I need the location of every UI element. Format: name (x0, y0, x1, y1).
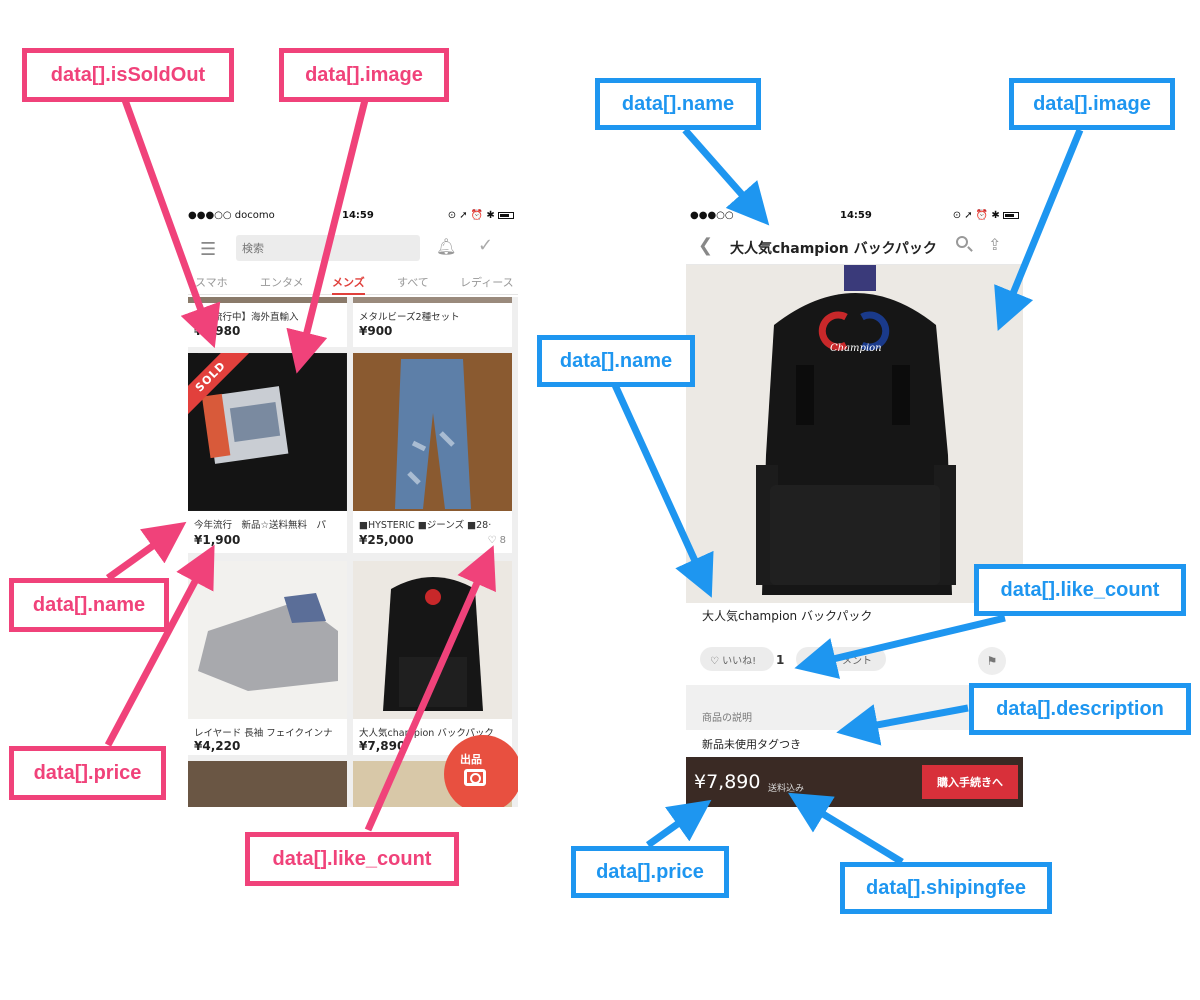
item-price: ¥25,000 (359, 533, 414, 547)
tab-entertainment[interactable]: エンタメ (260, 274, 304, 290)
annotation-label: data[].name (9, 578, 169, 632)
sell-label: 出品 (460, 753, 482, 766)
annotation-label: data[].image (279, 48, 449, 102)
arrow-shipping (788, 792, 904, 865)
item-name: 大人気champion バックパック (702, 609, 873, 623)
arrow-name (105, 521, 187, 581)
screenshot-canvas: ●●●○○ docomo 14:59 ⊙ ➚ ⏰ ✱ ☰ 🔔︎ ✓ ・スマホ エ… (0, 0, 1200, 1000)
description-heading: 商品の説明 (702, 713, 752, 724)
purchase-button[interactable]: 購入手続きへ (922, 765, 1018, 799)
annotation-label: data[].like_count (974, 564, 1186, 616)
arrow-title-name (682, 127, 770, 226)
item-price: ¥7,890 (359, 739, 406, 753)
item-image (353, 561, 512, 719)
heart-icon: ♡ (487, 535, 497, 546)
top-bar: ☰ 🔔︎ ✓ (188, 227, 518, 269)
item-price: ¥4,220 (194, 739, 241, 753)
shipping-fee: 送料込み (768, 784, 805, 794)
sell-button[interactable]: 出品 (444, 735, 518, 807)
item-image (353, 353, 512, 511)
clock: 14:59 (840, 210, 872, 221)
item-name: 今年流行 新品☆送料無料 パ (194, 520, 327, 531)
item-name: レイヤード 長袖 フェイクインナ (194, 728, 333, 739)
like-count: ♡ 8 (487, 535, 506, 546)
item-price: ¥7,890 (694, 771, 761, 793)
item-image: Champion (686, 265, 1023, 603)
status-indicators: ⊙ ➚ ⏰ ✱ (448, 210, 514, 221)
item-image (188, 561, 347, 719)
annotation-label: data[].name (537, 335, 695, 387)
category-tabs: ・スマホ エンタメ メンズ すべて レディース (188, 269, 518, 295)
item-price: ¥2,980 (194, 324, 241, 338)
annotation-label: data[].like_count (245, 832, 459, 886)
item-name: ■HYSTERIC ■ジーンズ ■28· (359, 520, 492, 531)
annotation-label: data[].price (9, 746, 166, 800)
status-indicators: ⊙ ➚ ⏰ ✱ (953, 210, 1019, 221)
annotation-label: data[].price (571, 846, 729, 898)
annotation-label: data[].image (1009, 78, 1175, 130)
comment-button[interactable]: メント (796, 647, 886, 671)
annotation-label: data[].name (595, 78, 761, 130)
tab-ladies[interactable]: レディース (460, 274, 514, 290)
item-name: 【大流行中】海外直輸入 (194, 312, 299, 323)
item-card[interactable]: ■HYSTERIC ■ジーンズ ■28· ¥25,000 ♡ 8 (353, 353, 512, 553)
status-icons: ⊙ ➚ ⏰ ✱ (952, 210, 1000, 221)
status-icons: ⊙ ➚ ⏰ ✱ (447, 210, 495, 221)
item-card[interactable] (188, 761, 347, 807)
purchase-bar: ¥7,890 送料込み 購入手続きへ (686, 757, 1023, 807)
carrier-label: ●●●○○ docomo (188, 210, 275, 221)
back-chevron-icon[interactable]: ❮ (698, 235, 713, 256)
tab-all[interactable]: すべて (397, 274, 429, 290)
like-label: いいね! (722, 656, 757, 667)
search-input[interactable] (236, 235, 420, 261)
item-list-screen: ●●●○○ docomo 14:59 ⊙ ➚ ⏰ ✱ ☰ 🔔︎ ✓ ・スマホ エ… (188, 205, 518, 807)
item-image (353, 297, 512, 303)
heart-icon: ♡ (710, 656, 719, 667)
carrier-label: ●●●○○ (690, 210, 734, 221)
status-bar: ●●●○○ 14:59 ⊙ ➚ ⏰ ✱ (686, 205, 1023, 227)
item-card[interactable]: SOLD 今年流行 新品☆送料無料 パ ¥1,900 (188, 353, 347, 553)
item-name: メタルビーズ2種セット (359, 312, 460, 323)
like-button[interactable]: ♡ いいね! (700, 647, 774, 671)
like-count: 1 (776, 653, 785, 667)
menu-icon[interactable]: ☰ (200, 239, 216, 260)
item-card[interactable]: 【大流行中】海外直輸入 ¥2,980 (188, 297, 347, 347)
item-grid: 【大流行中】海外直輸入 ¥2,980 メタルビーズ2種セット ¥900 SOLD… (188, 297, 518, 807)
status-bar: ●●●○○ docomo 14:59 ⊙ ➚ ⏰ ✱ (188, 205, 518, 227)
jeans-photo (353, 353, 512, 511)
nav-bar: ❮ 大人気champion バックパック ⇪ (686, 227, 1023, 265)
search-icon[interactable] (956, 236, 968, 248)
comment-label: メント (842, 656, 872, 667)
tab-smartphone[interactable]: ・スマホ (188, 274, 228, 290)
shirt-photo (198, 593, 338, 691)
like-count-value: 8 (499, 535, 506, 546)
brand-logo-text: Champion (830, 343, 882, 354)
item-card[interactable]: 大人気champion バックパック ¥7,890 (353, 561, 512, 755)
annotation-label: data[].isSoldOut (22, 48, 234, 102)
item-price: ¥900 (359, 324, 393, 338)
camera-icon (464, 769, 486, 786)
item-card[interactable]: レイヤード 長袖 フェイクインナ ¥4,220 (188, 561, 347, 755)
battery-icon (498, 211, 514, 219)
backpack-photo (383, 577, 483, 711)
battery-icon (1003, 211, 1019, 219)
annotation-label: data[].shipingfee (840, 862, 1052, 914)
clock: 14:59 (342, 210, 374, 221)
page-title: 大人気champion バックパック (730, 241, 937, 257)
tab-mens[interactable]: メンズ (332, 274, 365, 295)
flag-icon[interactable]: ⚑ (978, 647, 1006, 675)
item-card[interactable]: メタルビーズ2種セット ¥900 (353, 297, 512, 347)
annotation-label: data[].description (969, 683, 1191, 735)
backpack-photo: Champion (756, 265, 956, 595)
item-image (188, 297, 347, 303)
arrow-price (645, 799, 712, 848)
item-price: ¥1,900 (194, 533, 241, 547)
bell-icon[interactable]: 🔔︎ (436, 237, 456, 256)
share-icon[interactable]: ⇪ (988, 235, 1001, 254)
check-icon[interactable]: ✓ (478, 235, 493, 256)
